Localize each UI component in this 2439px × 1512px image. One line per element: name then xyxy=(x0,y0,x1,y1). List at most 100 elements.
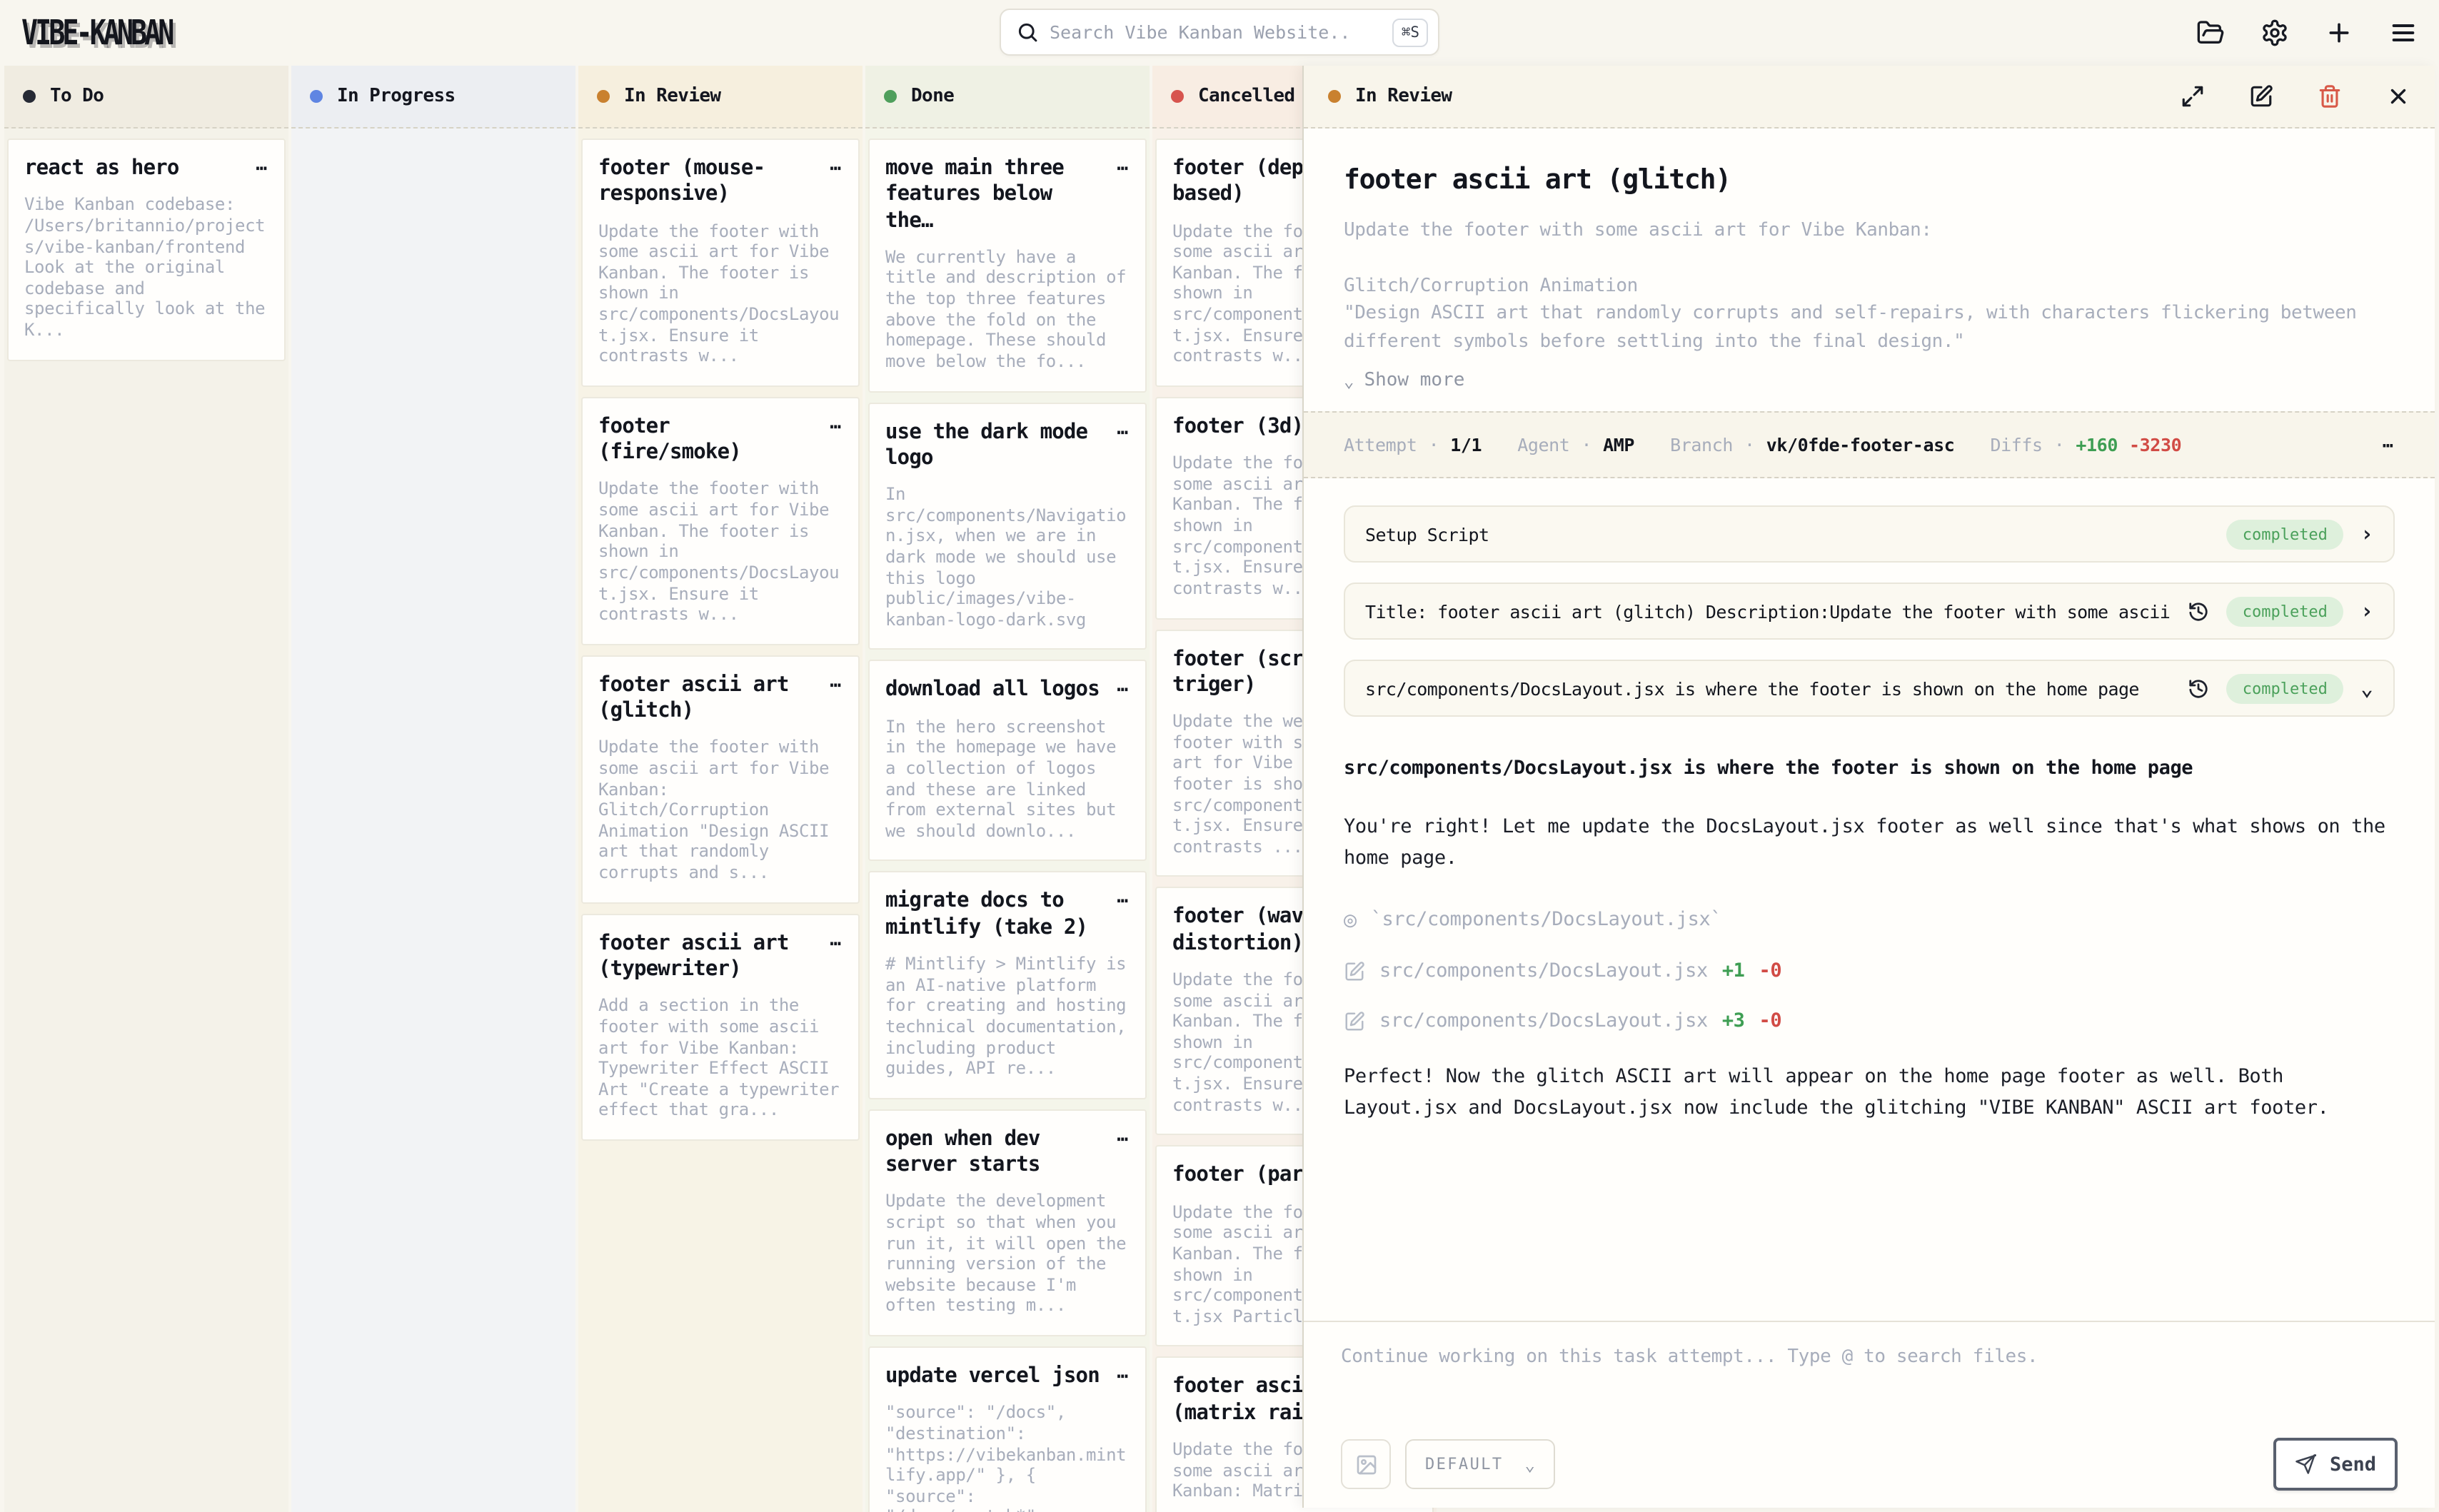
more-options-icon[interactable]: ⋯ xyxy=(830,160,843,178)
task-card-title: update vercel json xyxy=(885,1364,1100,1390)
more-options-icon[interactable]: ⋯ xyxy=(1117,1131,1130,1149)
task-card-title: footer ascii art (glitch) xyxy=(598,672,821,725)
more-options-icon[interactable]: ⋯ xyxy=(1117,682,1130,700)
step-card[interactable]: Setup Script completed › xyxy=(1344,505,2395,563)
close-panel-button[interactable] xyxy=(2385,84,2410,109)
attempt-diffs[interactable]: Diffs·+160-3230 xyxy=(1990,434,2181,455)
status-badge: completed xyxy=(2227,519,2343,549)
task-card[interactable]: download all logos ⋯ In the hero screens… xyxy=(868,660,1147,862)
task-title: footer ascii art (glitch) xyxy=(1344,164,2395,196)
column-header: Done xyxy=(865,66,1150,128)
column-title: Cancelled xyxy=(1198,86,1295,107)
attempt-count: Attempt·1/1 xyxy=(1344,434,1482,455)
topbar-actions xyxy=(2196,19,2418,47)
more-options-icon[interactable]: ⋯ xyxy=(1117,893,1130,912)
show-more-button[interactable]: ⌄ Show more xyxy=(1344,370,2395,391)
panel-status-label: In Review xyxy=(1355,86,1452,107)
task-card[interactable]: move main three features below the… ⋯ We… xyxy=(868,138,1147,392)
profile-select-value: DEFAULT xyxy=(1425,1455,1504,1473)
task-card-description: Update the footer with some ascii art fo… xyxy=(598,221,843,367)
task-description: Update the footer with some ascii art fo… xyxy=(1344,217,2395,356)
task-card-description: In the hero screenshot in the homepage w… xyxy=(885,716,1130,842)
edit-task-button[interactable] xyxy=(2248,84,2273,109)
conversation-thread: src/components/DocsLayout.jsx is where t… xyxy=(1344,740,2395,1124)
thread-file-reference[interactable]: ◎ `src/components/DocsLayout.jsx` xyxy=(1344,907,2395,933)
gear-icon xyxy=(2261,19,2289,47)
step-chevron-icon[interactable]: ⌄ xyxy=(2360,677,2373,699)
column-body: react as hero ⋯ Vibe Kanban codebase: /U… xyxy=(4,128,288,1512)
task-card-title: move main three features below the… xyxy=(885,156,1108,234)
search-input[interactable] xyxy=(1050,21,1382,43)
search-box[interactable]: ⌘S xyxy=(1000,9,1439,56)
folder-open-icon xyxy=(2196,19,2225,47)
step-title: src/components/DocsLayout.jsx is where t… xyxy=(1365,677,2171,699)
task-card[interactable]: footer (fire/smoke) ⋯ Update the footer … xyxy=(581,397,860,645)
image-icon xyxy=(1354,1453,1377,1476)
task-description-line: Update the footer with some ascii art fo… xyxy=(1344,217,2395,245)
column-body: move main three features below the… ⋯ We… xyxy=(865,128,1150,1512)
file-edit-removed: -0 xyxy=(1759,960,1782,983)
task-card[interactable]: footer (mouse-responsive) ⋯ Update the f… xyxy=(581,138,860,387)
file-edit-row[interactable]: src/components/DocsLayout.jsx +1 -0 xyxy=(1344,960,2395,983)
column-body: footer (mouse-responsive) ⋯ Update the f… xyxy=(578,128,863,1512)
profile-select[interactable]: DEFAULT ⌄ xyxy=(1405,1439,1555,1489)
thread-edits: src/components/DocsLayout.jsx +1 -0 src/… xyxy=(1344,960,2395,1033)
column-done: Done move main three features below the…… xyxy=(865,66,1150,1512)
column-body xyxy=(291,128,575,1512)
task-card[interactable]: react as hero ⋯ Vibe Kanban codebase: /U… xyxy=(7,138,286,361)
step-card[interactable]: Title: footer ascii art (glitch) Descrip… xyxy=(1344,583,2395,640)
delete-task-button[interactable] xyxy=(2316,84,2342,109)
status-dot xyxy=(597,90,610,103)
attempt-more-options-icon[interactable]: ⋯ xyxy=(2383,434,2395,455)
panel-main: footer ascii art (glitch) Update the foo… xyxy=(1304,128,2435,1508)
attempt-branch[interactable]: Branch·vk/0fde-footer-asc xyxy=(1670,434,1954,455)
task-detail-panel: In Review xyxy=(1302,66,2435,1508)
composer: DEFAULT ⌄ Send xyxy=(1304,1321,2435,1508)
panel-actions xyxy=(2179,84,2410,109)
history-icon[interactable] xyxy=(2188,677,2210,699)
attach-image-button[interactable] xyxy=(1341,1439,1391,1489)
task-card[interactable]: use the dark mode logo ⋯ In src/componen… xyxy=(868,402,1147,650)
open-project-button[interactable] xyxy=(2196,19,2225,47)
file-reference-path: `src/components/DocsLayout.jsx` xyxy=(1371,909,1722,932)
more-options-icon[interactable]: ⋯ xyxy=(1117,160,1130,178)
settings-button[interactable] xyxy=(2261,19,2289,47)
status-dot xyxy=(884,90,897,103)
expand-icon xyxy=(2180,84,2204,109)
step-card[interactable]: src/components/DocsLayout.jsx is where t… xyxy=(1344,660,2395,717)
search-icon xyxy=(1017,21,1038,43)
column-title: In Progress xyxy=(337,86,456,107)
plus-icon xyxy=(2325,19,2353,47)
file-edit-row[interactable]: src/components/DocsLayout.jsx +3 -0 xyxy=(1344,1010,2395,1033)
step-chevron-icon[interactable]: › xyxy=(2360,600,2373,622)
app-logo[interactable]: VIBE-KANBAN xyxy=(21,13,171,53)
task-card-title: footer ascii art (typewriter) xyxy=(598,930,821,982)
more-options-icon[interactable]: ⋯ xyxy=(830,677,843,695)
history-icon[interactable] xyxy=(2188,600,2210,622)
task-card[interactable]: migrate docs to mintlify (take 2) ⋯ # Mi… xyxy=(868,872,1147,1099)
task-card[interactable]: footer ascii art (glitch) ⋯ Update the f… xyxy=(581,655,860,904)
edit-icon xyxy=(2248,84,2273,109)
more-options-icon[interactable]: ⋯ xyxy=(1117,423,1130,442)
more-options-icon[interactable]: ⋯ xyxy=(830,418,843,437)
pencil-square-icon xyxy=(1344,1011,1365,1032)
column-header: In Review xyxy=(578,66,863,128)
composer-input[interactable] xyxy=(1341,1346,2398,1421)
menu-button[interactable] xyxy=(2389,19,2418,47)
send-icon xyxy=(2295,1453,2317,1475)
more-options-icon[interactable]: ⋯ xyxy=(1117,1368,1130,1386)
send-button[interactable]: Send xyxy=(2274,1438,2398,1491)
expand-button[interactable] xyxy=(2179,84,2205,109)
add-task-button[interactable] xyxy=(2325,19,2353,47)
more-options-icon[interactable]: ⋯ xyxy=(830,934,843,953)
hamburger-menu-icon xyxy=(2389,19,2418,47)
vibe-kanban-app: VIBE-KANBAN ⌘S xyxy=(0,0,2439,1512)
task-card[interactable]: update vercel json ⋯ "source": "/docs", … xyxy=(868,1346,1147,1512)
file-edit-added: +3 xyxy=(1722,1010,1745,1033)
task-card[interactable]: open when dev server starts ⋯ Update the… xyxy=(868,1109,1147,1337)
step-chevron-icon[interactable]: › xyxy=(2360,523,2373,545)
status-badge: completed xyxy=(2227,673,2343,703)
task-card[interactable]: footer ascii art (typewriter) ⋯ Add a se… xyxy=(581,913,860,1141)
column-title: In Review xyxy=(624,86,721,107)
more-options-icon[interactable]: ⋯ xyxy=(256,160,268,178)
